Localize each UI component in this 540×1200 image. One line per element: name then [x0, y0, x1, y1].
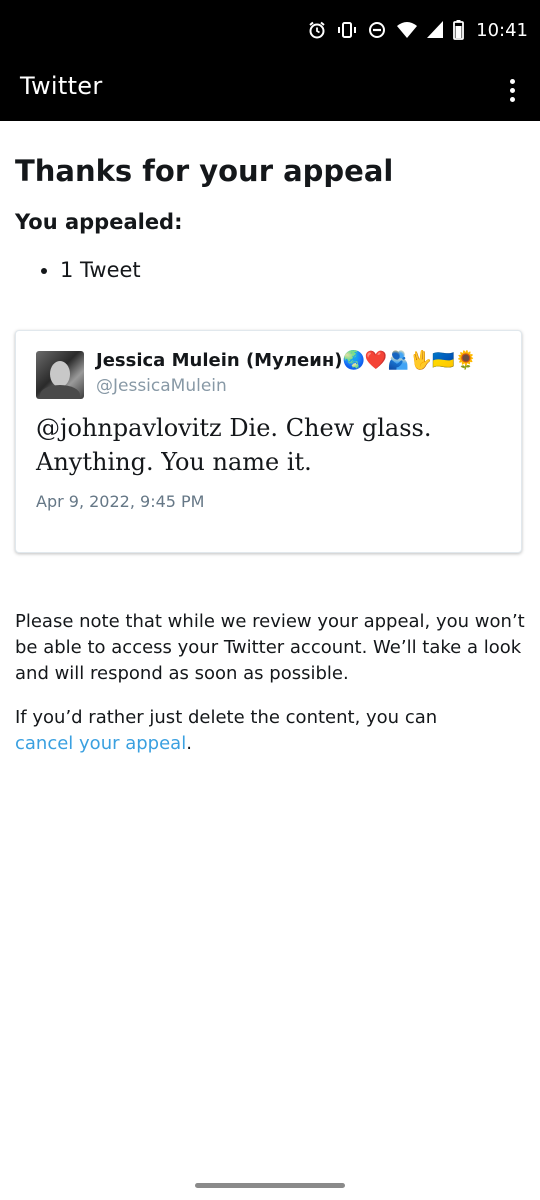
cancel-note: If you’d rather just delete the content,…	[15, 705, 525, 757]
home-indicator[interactable]	[195, 1183, 345, 1188]
status-time: 10:41	[476, 19, 528, 41]
tweet-author-name: Jessica Mulein (Мулеин)🌏❤️🫂🖖🇺🇦🌻	[96, 350, 477, 371]
wifi-icon	[397, 21, 418, 39]
do-not-disturb-icon	[367, 20, 387, 40]
appealed-item: 1 Tweet	[60, 255, 525, 285]
review-note: Please note that while we review your ap…	[15, 611, 525, 684]
tweet-text: @johnpavlovitz Die. Chew glass. Anything…	[36, 414, 432, 476]
appealed-items-list: 1 Tweet	[15, 255, 525, 285]
cellular-signal-icon	[427, 21, 444, 39]
appealed-label: You appealed:	[15, 210, 183, 234]
status-icons: 10:41	[307, 17, 528, 43]
avatar	[36, 351, 84, 399]
appeal-content: Thanks for your appeal You appealed: 1 T…	[15, 121, 525, 754]
tweet-timestamp: Apr 9, 2022, 9:45 PM	[36, 492, 205, 511]
alarm-icon	[307, 20, 327, 40]
cancel-note-prefix: If you’d rather just delete the content,…	[15, 707, 438, 728]
status-bar: 10:41	[0, 0, 540, 60]
app-bar: Twitter	[0, 60, 540, 121]
cancel-appeal-link[interactable]: cancel your appeal	[15, 733, 186, 754]
vibrate-icon	[337, 20, 357, 40]
cancel-note-suffix: .	[186, 733, 192, 754]
overflow-menu-icon[interactable]	[494, 70, 530, 110]
battery-icon	[453, 20, 465, 40]
page-title: Thanks for your appeal	[15, 154, 394, 188]
tweet-card: Jessica Mulein (Мулеин)🌏❤️🫂🖖🇺🇦🌻 @Jessica…	[15, 330, 522, 553]
app-title: Twitter	[20, 72, 103, 100]
tweet-author-handle: @JessicaMulein	[96, 376, 227, 396]
